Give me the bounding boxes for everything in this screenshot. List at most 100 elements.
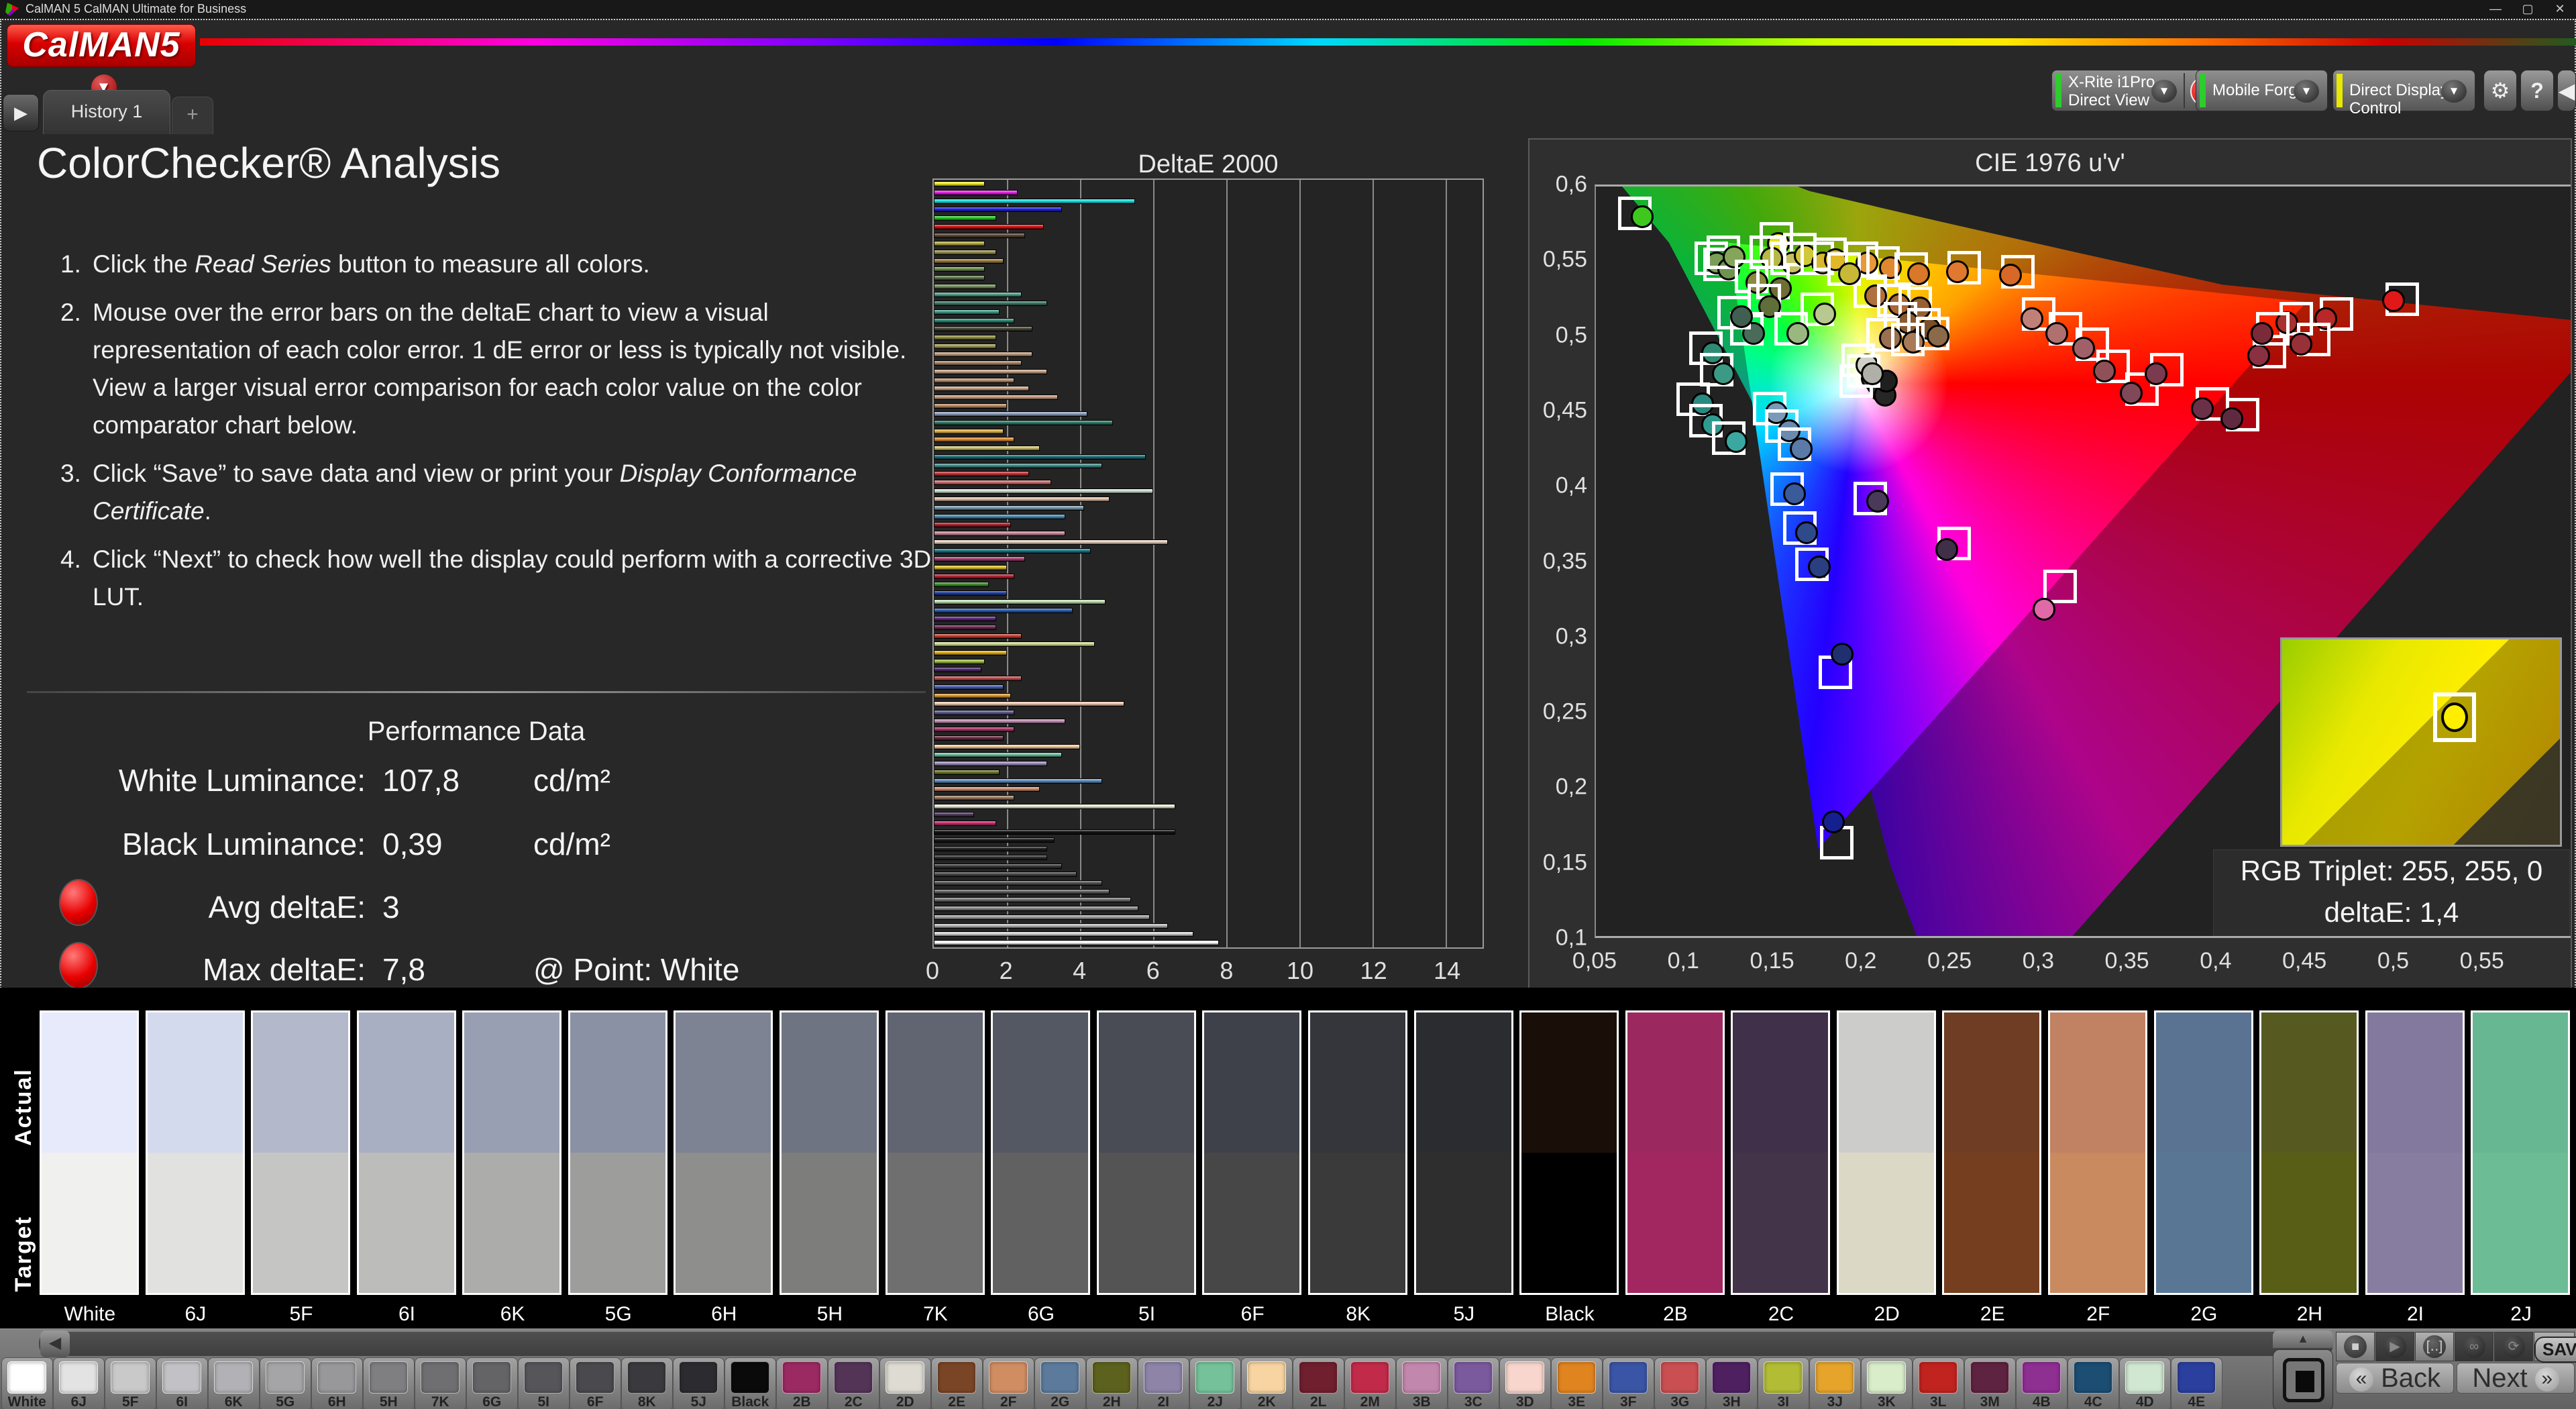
patch-button-2m[interactable]: 2M xyxy=(1344,1357,1396,1409)
deltae-bar[interactable] xyxy=(934,914,1150,920)
deltae-bar[interactable] xyxy=(934,582,989,588)
scroll-left-icon[interactable]: ◀ xyxy=(40,1330,70,1357)
deltae-chart[interactable] xyxy=(932,178,1484,949)
deltae-bar[interactable] xyxy=(934,207,1062,213)
patch-button-5j[interactable]: 5J xyxy=(673,1357,724,1409)
measured-point[interactable] xyxy=(1866,490,1890,513)
deltae-bar[interactable] xyxy=(934,531,1066,537)
cie-chart[interactable]: RGB Triplet: 255, 255, 0 deltaE: 1,4 xyxy=(1595,185,2571,938)
patch-button-3d[interactable]: 3D xyxy=(1499,1357,1551,1409)
deltae-bar[interactable] xyxy=(934,650,1008,656)
collapse-panel-icon[interactable]: ◀ xyxy=(2557,70,2576,111)
deltae-bar[interactable] xyxy=(934,931,1194,937)
comparator-column[interactable]: 8K xyxy=(1305,1010,1411,1326)
comparator-column[interactable]: 6F xyxy=(1199,1010,1305,1326)
patch-button-6j[interactable]: 6J xyxy=(53,1357,105,1409)
patch-button-2c[interactable]: 2C xyxy=(828,1357,879,1409)
deltae-bar[interactable] xyxy=(934,386,1029,392)
patch-button-2h[interactable]: 2H xyxy=(1086,1357,1138,1409)
comparator-column[interactable]: 6J xyxy=(143,1010,249,1326)
history-expand-button[interactable]: ▶ xyxy=(3,94,39,132)
measured-point[interactable] xyxy=(1712,362,1735,386)
patch-button-2g[interactable]: 2G xyxy=(1034,1357,1086,1409)
comparator-column[interactable]: 5J xyxy=(1411,1010,1517,1326)
deltae-bar[interactable] xyxy=(934,658,985,664)
patch-button-6k[interactable]: 6K xyxy=(208,1357,260,1409)
measured-point[interactable] xyxy=(1926,325,1949,348)
deltae-bar[interactable] xyxy=(934,368,1048,374)
deltae-bar[interactable] xyxy=(934,888,1110,894)
measured-point[interactable] xyxy=(1945,260,1969,284)
deltae-bar[interactable] xyxy=(934,394,1059,400)
comparator-column[interactable]: 7K xyxy=(883,1010,989,1326)
deltae-bar[interactable] xyxy=(934,829,1175,835)
deltae-bar[interactable] xyxy=(934,872,1077,878)
deltae-bar[interactable] xyxy=(934,223,1044,229)
next-button[interactable]: Next » xyxy=(2457,1363,2575,1394)
comparator-column[interactable]: 5F xyxy=(248,1010,354,1326)
deltae-bar[interactable] xyxy=(934,778,1102,784)
measured-point[interactable] xyxy=(2190,397,2214,420)
patch-button-4d[interactable]: 4D xyxy=(2119,1357,2171,1409)
comparator-column[interactable]: 2C xyxy=(1728,1010,1834,1326)
comparator-column[interactable]: 5I xyxy=(1094,1010,1200,1326)
help-icon[interactable]: ? xyxy=(2520,70,2554,111)
patch-button-2f[interactable]: 2F xyxy=(983,1357,1034,1409)
measured-point[interactable] xyxy=(1822,811,1845,834)
deltae-bar[interactable] xyxy=(934,420,1114,426)
patch-button-4b[interactable]: 4B xyxy=(2016,1357,2068,1409)
patch-button-5g[interactable]: 5G xyxy=(260,1357,311,1409)
patch-button-2j[interactable]: 2J xyxy=(1189,1357,1241,1409)
deltae-bar[interactable] xyxy=(934,906,1139,912)
deltae-bar[interactable] xyxy=(934,446,1040,452)
measured-point[interactable] xyxy=(1907,262,1930,285)
comparator-column[interactable]: Black xyxy=(1517,1010,1623,1326)
measured-point[interactable] xyxy=(1782,482,1806,505)
deltae-bar[interactable] xyxy=(934,616,996,622)
deltae-bar[interactable] xyxy=(934,343,996,349)
deltae-bar[interactable] xyxy=(934,821,996,827)
deltae-bar[interactable] xyxy=(934,743,1081,749)
patch-button-6g[interactable]: 6G xyxy=(466,1357,518,1409)
deltae-bar[interactable] xyxy=(934,752,1062,758)
deltae-bar[interactable] xyxy=(934,283,996,289)
deltae-bar[interactable] xyxy=(934,377,1014,383)
patch-button-8k[interactable]: 8K xyxy=(621,1357,673,1409)
patch-button-3b[interactable]: 3B xyxy=(1396,1357,1448,1409)
deltae-bar[interactable] xyxy=(934,684,1004,690)
patch-button-3l[interactable]: 3L xyxy=(1913,1357,1964,1409)
measured-point[interactable] xyxy=(2072,337,2095,360)
comparator-column[interactable]: 5G xyxy=(566,1010,672,1326)
comparator-column[interactable]: 2I xyxy=(2363,1010,2469,1326)
measured-point[interactable] xyxy=(1724,429,1748,453)
deltae-bar[interactable] xyxy=(934,360,1022,366)
measured-point[interactable] xyxy=(1807,556,1831,579)
measured-point[interactable] xyxy=(2093,359,2116,382)
deltae-bar[interactable] xyxy=(934,301,1048,307)
maximize-button[interactable]: ▢ xyxy=(2512,0,2544,19)
chevron-down-icon[interactable]: ▼ xyxy=(2151,80,2177,103)
measured-point[interactable] xyxy=(2251,321,2274,345)
measured-point[interactable] xyxy=(2220,407,2244,431)
pattern-up-icon[interactable]: ▲ xyxy=(2273,1330,2333,1348)
deltae-bar[interactable] xyxy=(934,181,985,187)
deltae-bar[interactable] xyxy=(934,428,1004,434)
deltae-bar[interactable] xyxy=(934,923,1168,929)
measured-point[interactable] xyxy=(1837,262,1861,285)
deltae-bar[interactable] xyxy=(934,692,1011,698)
measured-point[interactable] xyxy=(1935,537,1959,561)
display-control-dropdown[interactable]: Direct Display Control ▼ xyxy=(2332,70,2475,117)
patch-button-3k[interactable]: 3K xyxy=(1861,1357,1913,1409)
patch-button-4c[interactable]: 4C xyxy=(2068,1357,2119,1409)
measured-point[interactable] xyxy=(2045,321,2068,345)
measured-point[interactable] xyxy=(2381,289,2405,312)
measured-point[interactable] xyxy=(1999,263,2023,286)
deltae-bar[interactable] xyxy=(934,633,1022,639)
deltae-bar[interactable] xyxy=(934,479,1051,485)
patch-button-3c[interactable]: 3C xyxy=(1448,1357,1499,1409)
deltae-bar[interactable] xyxy=(934,564,1008,570)
patch-button-5i[interactable]: 5I xyxy=(518,1357,570,1409)
measured-point[interactable] xyxy=(1786,321,1810,345)
deltae-bar[interactable] xyxy=(934,454,1146,460)
deltae-bar[interactable] xyxy=(934,880,1102,886)
